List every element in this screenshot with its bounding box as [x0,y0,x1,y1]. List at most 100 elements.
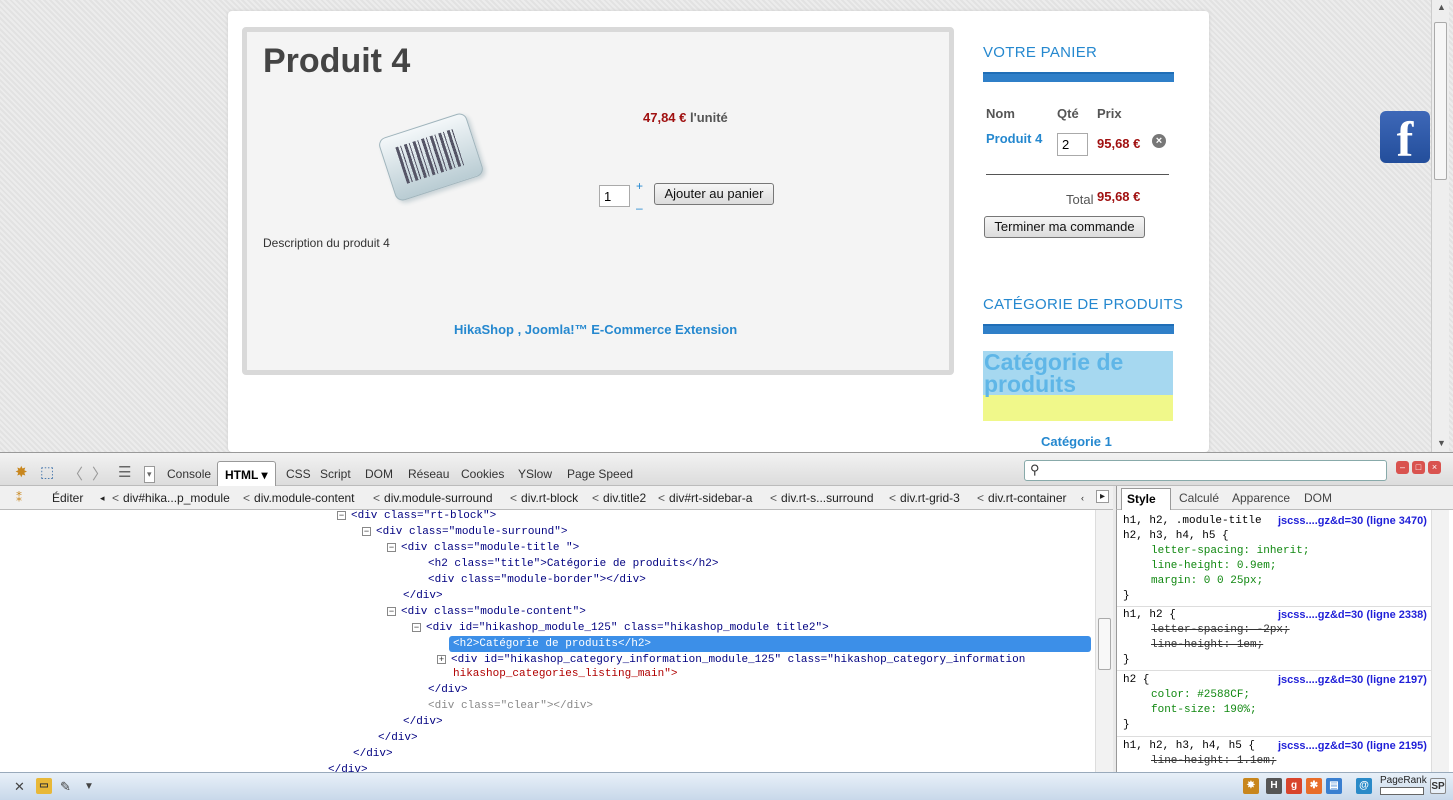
barcode-icon[interactable] [377,111,485,203]
breadcrumb-item-5[interactable]: < div#rt-sidebar-a [658,491,752,505]
dropdown-arrow-icon[interactable]: ▾ [144,466,155,483]
add-to-cart-button[interactable]: Ajouter au panier [654,183,774,205]
html-node[interactable]: </div> [378,730,418,746]
breadcrumb-item-0[interactable]: < div#hika...p_module [112,491,230,505]
cart-item-qty-input[interactable] [1057,133,1088,156]
css-rule[interactable]: h2 { jscss....gz&d=30 (ligne 2197) color… [1123,673,1427,733]
tab-css[interactable]: CSS [286,467,311,481]
product-panel: Produit 4 47,84 € l'unité + – Ajouter au… [242,27,954,375]
back-arrow-icon[interactable]: 〈 [68,463,83,484]
html-validator-icon[interactable]: H [1266,778,1282,794]
cart-item-name-link[interactable]: Produit 4 [986,131,1042,146]
html-node[interactable]: </div> [353,746,393,762]
addon-bar-icon[interactable]: ▭ [36,778,52,794]
close-icon[interactable]: × [1428,461,1441,474]
html-node[interactable]: − <div class="rt-block"> [337,510,496,524]
tab-yslow[interactable]: YSlow [518,467,552,481]
minimize-icon[interactable]: – [1396,461,1409,474]
google-plus-icon[interactable]: g [1286,778,1302,794]
html-node[interactable]: <h2 class="title">Catégorie de produits<… [428,556,718,572]
tab-pagespeed[interactable]: Page Speed [567,467,633,481]
html-scroll-thumb[interactable] [1098,618,1111,670]
css-source-link[interactable]: jscss....gz&d=30 (ligne 2338) [1278,608,1427,623]
breadcrumb-item-7[interactable]: < div.rt-grid-3 [889,491,960,505]
scroll-up-arrow-icon[interactable]: ▲ [1437,2,1446,12]
category-header-highlight: Catégorie de produits [983,351,1173,421]
forward-arrow-icon[interactable]: 〉 [92,463,107,484]
unit-price: 47,84 € l'unité [643,110,728,125]
tab-network[interactable]: Réseau [408,467,449,481]
tab-dom[interactable]: DOM [365,467,393,481]
css-rule[interactable]: h1, h2 { jscss....gz&d=30 (ligne 2338) l… [1123,608,1427,668]
quantity-minus-button[interactable]: – [636,202,643,214]
breadcrumb-item-2[interactable]: < div.module-surround [373,491,493,505]
remove-item-icon[interactable]: × [1152,134,1166,148]
html-node[interactable]: <div class="clear"></div> [428,698,593,714]
html-node[interactable]: </div> [428,682,468,698]
joomla-icon[interactable]: ✱ [1306,778,1322,794]
html-panel-scrollbar[interactable] [1095,510,1113,772]
cart-item-price: 95,68 € [1097,136,1141,151]
html-node[interactable]: </div> [403,714,443,730]
css-source-link[interactable]: jscss....gz&d=30 (ligne 3470) [1278,514,1427,529]
firebug-bug-icon[interactable]: ✸ [15,463,28,481]
cart-col-qty: Qté [1057,106,1079,121]
tab-console[interactable]: Console [167,467,211,481]
html-node[interactable]: − <div class="module-surround"> [362,524,567,540]
firebug-search-input[interactable] [1024,460,1387,481]
list-menu-icon[interactable]: ☰ [118,463,131,481]
html-node[interactable]: − <div class="module-content"> [387,604,586,620]
product-description: Description du produit 4 [263,236,390,250]
sp-icon[interactable]: SP [1430,778,1446,794]
breadcrumb-item-3[interactable]: < div.rt-block [510,491,578,505]
edit-button[interactable]: Éditer [52,491,83,505]
pagerank-bar [1380,787,1424,795]
tab-script[interactable]: Script [320,467,351,481]
breadcrumb-icon[interactable]: ⁑ [16,491,22,505]
facebook-icon[interactable]: f [1380,111,1430,167]
firebug-status-icon[interactable]: ✸ [1243,778,1259,794]
breadcrumb-right-arrow-icon[interactable]: ▸ [1096,490,1110,503]
hikashop-credit-link[interactable]: HikaShop , Joomla!™ E-Commerce Extension [454,322,737,337]
style-panel-scrollbar[interactable] [1431,510,1449,772]
page-scroll-thumb[interactable] [1434,22,1447,180]
html-node-selected[interactable]: <h2>Catégorie de produits</h2> [449,636,1091,652]
css-rule[interactable]: h1, h2, .module-title jscss....gz&d=30 (… [1123,514,1427,604]
html-node[interactable]: </div> [403,588,443,604]
firebug-toolbar: ✸ ⬚ 〈 〉 ☰ ▾ Console HTML ▾ CSS Script DO… [0,452,1453,486]
cart-divider [986,174,1169,175]
scroll-down-arrow-icon[interactable]: ▼ [1437,438,1446,448]
breadcrumb-item-6[interactable]: < div.rt-s...surround [770,491,874,505]
category-1-link[interactable]: Catégorie 1 [1041,434,1112,449]
page-icon[interactable]: ▤ [1326,778,1342,794]
breadcrumb-more-icon[interactable]: ‹ [1081,493,1084,503]
css-source-link[interactable]: jscss....gz&d=30 (ligne 2195) [1278,739,1427,754]
tab-html[interactable]: HTML ▾ [217,461,276,486]
css-source-link[interactable]: jscss....gz&d=30 (ligne 2197) [1278,673,1427,688]
html-node[interactable]: </div> [328,762,368,772]
breadcrumb-left-arrow-icon[interactable]: ◂ [100,493,105,504]
tab-style[interactable]: Style ▾ [1121,488,1171,520]
breadcrumb-item-4[interactable]: < div.title2 [592,491,646,505]
email-icon[interactable]: @ [1356,778,1372,794]
breadcrumb-item-1[interactable]: < div.module-content [243,491,355,505]
detach-icon[interactable]: □ [1412,461,1425,474]
close-x-icon[interactable]: ✕ [14,779,25,795]
status-dropdown-icon[interactable]: ▼ [84,781,94,792]
html-node[interactable]: <div class="module-border"></div> [428,572,646,588]
product-quantity-input[interactable] [599,185,630,207]
breadcrumb-item-8[interactable]: < div.rt-container [977,491,1067,505]
checkout-button[interactable]: Terminer ma commande [984,216,1145,238]
html-node[interactable]: − <div class="module-title "> [387,540,579,556]
eyedropper-icon[interactable]: ✎ [60,779,71,795]
tab-cookies[interactable]: Cookies [461,467,504,481]
css-rule[interactable]: h1, h2, h3, h4, h5 { jscss....gz&d=30 (l… [1123,739,1427,769]
tab-side-dom[interactable]: DOM [1304,491,1332,505]
quantity-plus-button[interactable]: + [636,180,643,192]
inspect-pointer-icon[interactable]: ⬚ [40,463,54,481]
categories-module-border [983,324,1174,334]
page-scrollbar[interactable]: ▲ ▼ [1431,0,1449,452]
tab-layout[interactable]: Apparence [1232,491,1290,505]
tab-computed[interactable]: Calculé [1179,491,1219,505]
html-node[interactable]: − <div id="hikashop_module_125" class="hi… [412,620,829,636]
